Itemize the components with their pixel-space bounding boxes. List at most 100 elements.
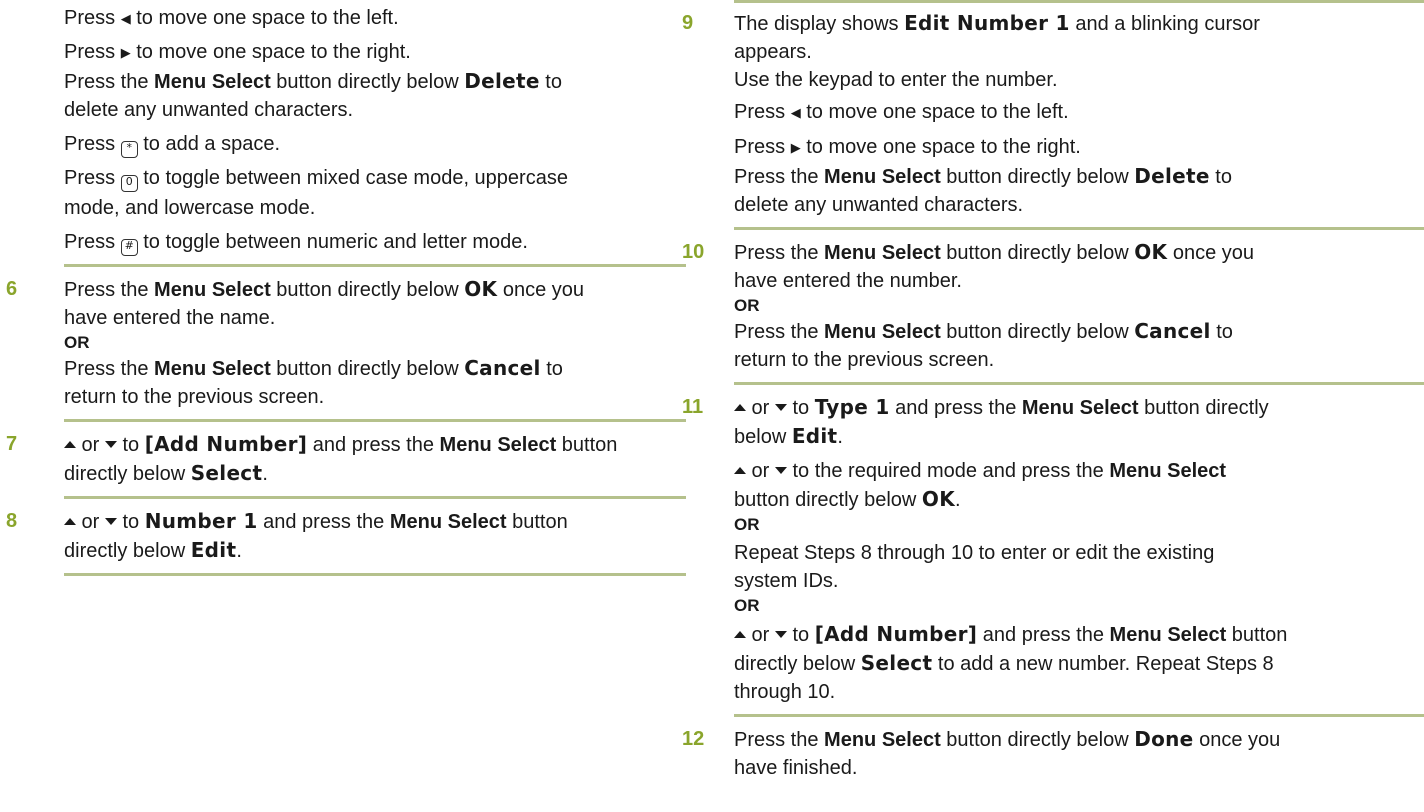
text: button directly below (270, 71, 465, 93)
text: Press (734, 101, 791, 123)
text: Press the (64, 279, 155, 301)
text: and press the (257, 511, 390, 533)
text: to move one space to the right. (800, 136, 1081, 158)
text: . (236, 540, 242, 562)
text: to the required mode and press the (786, 460, 1110, 482)
intro-line: Press ◀ to move one space to the left. (64, 4, 686, 33)
menu-select-label: Menu Select (1021, 397, 1139, 419)
text: The display shows (734, 13, 905, 35)
down-arrow-icon (774, 631, 787, 638)
step-line: Press the Menu Select button directly be… (64, 354, 686, 383)
step-line: through 10. (734, 681, 836, 703)
text: once you (497, 279, 585, 301)
lcd-text: Edit Number 1 (904, 11, 1070, 35)
text: or (76, 511, 105, 533)
or-label: OR (64, 333, 90, 352)
text: to (539, 71, 562, 93)
step-line: The display shows Edit Number 1 and a bl… (734, 9, 1424, 38)
step-line: Press the Menu Select button directly be… (734, 317, 1424, 346)
text: to add a space. (137, 133, 281, 155)
text: or (76, 434, 105, 456)
down-arrow-icon (774, 467, 787, 474)
text: below (734, 426, 792, 448)
step-line: Press ◀ to move one space to the left. (734, 98, 1424, 127)
lcd-text: Delete (1134, 164, 1210, 188)
up-arrow-icon (64, 441, 76, 448)
text: button directly below (270, 358, 465, 380)
text: once you (1193, 729, 1281, 751)
lcd-text: Delete (464, 69, 540, 93)
step-9: 9 The display shows Edit Number 1 and a … (682, 3, 1424, 219)
text: Press (734, 136, 791, 158)
step-line: Use the keypad to enter the number. (734, 69, 1058, 91)
text: to move one space to the left. (130, 7, 399, 29)
right-arrow-key-icon: ▶ (120, 45, 131, 60)
step-7: 7 or to [Add Number] and press the Menu … (6, 422, 686, 488)
step-line: Repeat Steps 8 through 10 to enter or ed… (734, 542, 1215, 564)
text: directly below (734, 653, 861, 675)
text: button (556, 434, 618, 456)
hash-key-icon: # (120, 239, 138, 256)
or-label: OR (734, 515, 760, 534)
step-line: have finished. (734, 757, 858, 779)
left-column: Press ◀ to move one space to the left. P… (6, 0, 686, 576)
step-number: 6 (6, 278, 18, 300)
text: Press the (734, 166, 825, 188)
step-line: below Edit. (734, 422, 1424, 451)
text: Press the (64, 71, 155, 93)
step-line: or to Number 1 and press the Menu Select… (64, 507, 686, 536)
step-number: 11 (682, 396, 704, 418)
text: to (116, 434, 145, 456)
text: button (506, 511, 568, 533)
text: Press (64, 7, 121, 29)
text: to (786, 397, 815, 419)
text: directly below (64, 540, 191, 562)
step-line: appears. (734, 41, 812, 63)
text: button directly below (734, 489, 922, 511)
intro-line: delete any unwanted characters. (64, 99, 354, 121)
step-line: or to Type 1 and press the Menu Select b… (734, 393, 1424, 422)
menu-select-label: Menu Select (824, 242, 941, 264)
menu-select-label: Menu Select (439, 434, 557, 456)
intro-line: Press # to toggle between numeric and le… (64, 228, 686, 256)
step-number: 10 (682, 241, 705, 263)
text: to (116, 511, 145, 533)
up-arrow-icon (734, 404, 746, 411)
step-line: have entered the name. (64, 307, 276, 329)
step-number: 12 (682, 728, 705, 750)
lcd-text: Done (1134, 727, 1194, 751)
text: Press the (734, 321, 825, 343)
left-arrow-key-icon: ◀ (790, 105, 801, 120)
up-arrow-icon (64, 518, 76, 525)
intro-line: Press 0 to toggle between mixed case mod… (64, 164, 686, 192)
lcd-text: OK (464, 277, 498, 301)
text: button directly below (940, 242, 1135, 264)
step-line: Press ▶ to move one space to the right. (734, 133, 1424, 162)
text: and a blinking cursor (1069, 13, 1260, 35)
step-line: Press the Menu Select button directly be… (734, 725, 1424, 754)
text: Press the (64, 358, 155, 380)
text: and press the (307, 434, 440, 456)
text: to move one space to the left. (800, 101, 1069, 123)
step-12: 12 Press the Menu Select button directly… (682, 717, 1424, 782)
or-label: OR (734, 296, 760, 315)
step-line: or to [Add Number] and press the Menu Se… (64, 430, 686, 459)
text: button directly below (940, 729, 1135, 751)
lcd-text: OK (1134, 240, 1168, 264)
step-8: 8 or to Number 1 and press the Menu Sele… (6, 499, 686, 565)
down-arrow-icon (774, 404, 787, 411)
lcd-text: Edit (791, 424, 838, 448)
intro-line: Press ▶ to move one space to the right. (64, 38, 686, 67)
step-line: directly below Select. (64, 459, 686, 488)
text: to (786, 624, 815, 646)
text: or (746, 460, 775, 482)
step-line: or to the required mode and press the Me… (734, 457, 1424, 485)
text: button directly below (940, 166, 1135, 188)
text: or (746, 397, 775, 419)
down-arrow-icon (104, 441, 117, 448)
zero-key-icon: 0 (120, 175, 138, 192)
step-number: 7 (6, 433, 18, 455)
lcd-text: Select (860, 651, 933, 675)
step-line: directly below Select to add a new numbe… (734, 649, 1424, 678)
right-column: 9 The display shows Edit Number 1 and a … (682, 0, 1424, 782)
